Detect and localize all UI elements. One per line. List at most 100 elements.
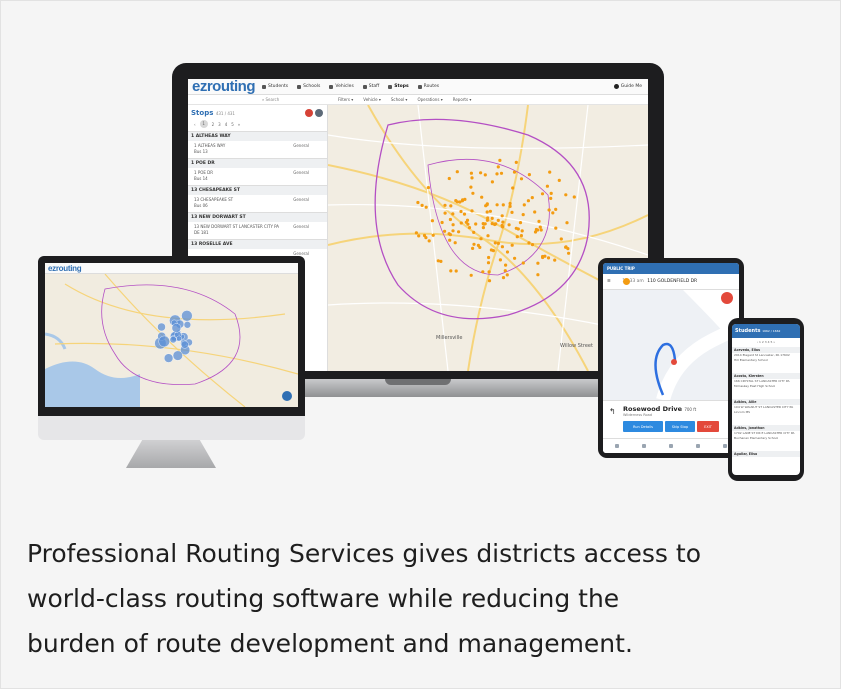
stop-marker[interactable] xyxy=(414,231,418,235)
stop-marker[interactable] xyxy=(486,216,490,220)
stop-marker[interactable] xyxy=(470,209,474,213)
stop-marker[interactable] xyxy=(567,251,571,255)
stop-marker[interactable] xyxy=(505,250,510,254)
stop-marker[interactable] xyxy=(489,248,493,252)
stop-marker[interactable] xyxy=(500,223,504,228)
pager-page-5[interactable]: 5 xyxy=(231,122,234,127)
bus-icon[interactable] xyxy=(696,444,701,448)
stop-marker[interactable] xyxy=(536,261,540,265)
stop-marker[interactable] xyxy=(431,233,435,237)
stop-marker[interactable] xyxy=(495,203,499,207)
stop-marker[interactable] xyxy=(554,226,558,230)
pager-page-2[interactable]: 2 xyxy=(212,122,215,127)
stop-marker[interactable] xyxy=(485,210,489,214)
stop-marker[interactable] xyxy=(500,214,504,218)
stop-marker[interactable] xyxy=(476,243,480,247)
guide-me-button[interactable]: Guide Me xyxy=(613,84,642,89)
stop-marker[interactable] xyxy=(490,216,494,220)
stop-marker[interactable] xyxy=(471,246,475,250)
stop-marker[interactable] xyxy=(572,195,576,199)
nav-students[interactable]: Students xyxy=(262,84,288,89)
navigation-map[interactable] xyxy=(603,290,739,402)
stop-marker[interactable] xyxy=(549,191,553,195)
student-item[interactable]: Acosta, Kiersten 166 CRYSTAL ST LANCASTE… xyxy=(732,373,800,388)
student-item[interactable]: Adkins, Allie 104 W WALNUT ST LANCASTER … xyxy=(732,399,800,414)
stop-marker[interactable] xyxy=(482,222,486,226)
pager-page-4[interactable]: 4 xyxy=(225,122,228,127)
stop-marker[interactable] xyxy=(540,192,545,196)
pager-page-3[interactable]: 3 xyxy=(218,122,221,127)
stop-marker[interactable] xyxy=(459,221,463,225)
vehicle-dropdown[interactable]: Vehicle ▾ xyxy=(363,97,381,102)
stop-marker[interactable] xyxy=(533,210,537,214)
stop-marker[interactable] xyxy=(526,199,530,203)
stop-marker[interactable] xyxy=(514,160,518,164)
stop-marker[interactable] xyxy=(469,171,473,175)
stop-marker[interactable] xyxy=(448,233,452,237)
stop-marker[interactable] xyxy=(515,235,519,239)
stop-marker[interactable] xyxy=(453,241,457,245)
menu-icon[interactable]: ≡ xyxy=(607,279,611,284)
stop-marker[interactable] xyxy=(493,241,497,245)
stop-marker[interactable] xyxy=(530,196,534,200)
stop-marker[interactable] xyxy=(470,176,474,180)
student-item[interactable]: Acevedo, Elias 2914 Elegant St Lancaster… xyxy=(732,347,800,362)
stop-marker[interactable] xyxy=(420,203,424,207)
stop-marker[interactable] xyxy=(541,254,545,259)
stop-marker[interactable] xyxy=(488,209,492,213)
stop-marker[interactable] xyxy=(455,170,459,174)
calendar-icon[interactable] xyxy=(641,444,646,448)
nav-schools[interactable]: Schools xyxy=(297,84,320,89)
stop-marker[interactable] xyxy=(487,270,491,274)
stop-marker[interactable] xyxy=(469,273,473,277)
stop-marker[interactable] xyxy=(551,211,555,215)
stop-marker[interactable] xyxy=(508,201,512,206)
stop-marker[interactable] xyxy=(519,177,524,181)
stop-marker[interactable] xyxy=(479,171,483,175)
nav-vehicles[interactable]: Vehicles xyxy=(329,84,354,89)
stop-marker[interactable] xyxy=(510,210,514,214)
stop-marker[interactable] xyxy=(426,186,430,190)
stop-marker[interactable] xyxy=(430,219,434,223)
stop-marker[interactable] xyxy=(520,229,524,233)
stop-marker[interactable] xyxy=(507,223,511,227)
student-item[interactable]: Adkins, Jonathan 1702 LANE ST DR E LANCA… xyxy=(732,425,800,440)
student-cluster[interactable] xyxy=(181,310,193,322)
student-cluster[interactable] xyxy=(169,336,177,344)
run-details-button[interactable]: Run Details xyxy=(623,421,663,432)
stop-marker[interactable] xyxy=(449,204,453,208)
stop-marker[interactable] xyxy=(539,228,543,232)
pager-page-1[interactable]: 1 xyxy=(199,120,208,128)
stop-marker[interactable] xyxy=(486,234,490,238)
student-cluster[interactable] xyxy=(171,323,182,333)
stop-marker[interactable] xyxy=(469,185,473,189)
stop-marker[interactable] xyxy=(427,239,431,243)
stop-marker[interactable] xyxy=(490,180,494,184)
stop-marker[interactable] xyxy=(511,186,515,190)
stop-marker[interactable] xyxy=(447,176,451,181)
stop-marker[interactable] xyxy=(459,209,463,214)
stop-marker[interactable] xyxy=(503,269,507,273)
stop-marker[interactable] xyxy=(536,273,540,277)
stop-marker[interactable] xyxy=(448,238,452,242)
stop-marker[interactable] xyxy=(496,241,500,245)
stop-marker[interactable] xyxy=(490,222,494,226)
stop-marker[interactable] xyxy=(424,205,428,209)
stop-marker[interactable] xyxy=(549,196,553,200)
locate-button[interactable] xyxy=(282,391,292,401)
stop-marker[interactable] xyxy=(480,195,484,199)
search-input[interactable]: ⌕ Search xyxy=(262,97,279,102)
school-dropdown[interactable]: School ▾ xyxy=(391,97,408,102)
stop-marker[interactable] xyxy=(462,212,467,216)
sos-button[interactable] xyxy=(721,292,733,304)
stop-marker[interactable] xyxy=(486,261,491,265)
stop-marker[interactable] xyxy=(545,184,549,188)
stop-marker[interactable] xyxy=(451,212,455,216)
stop-marker[interactable] xyxy=(487,255,491,260)
stop-options-button[interactable] xyxy=(315,109,323,117)
student-cluster[interactable] xyxy=(163,353,174,363)
student-cluster[interactable] xyxy=(176,335,182,342)
skip-stop-button[interactable]: Skip Stop xyxy=(665,421,695,432)
stop-item[interactable]: 1 POE DR 1 POE DR Bus 14 General xyxy=(188,158,327,185)
student-cluster[interactable] xyxy=(180,340,189,349)
